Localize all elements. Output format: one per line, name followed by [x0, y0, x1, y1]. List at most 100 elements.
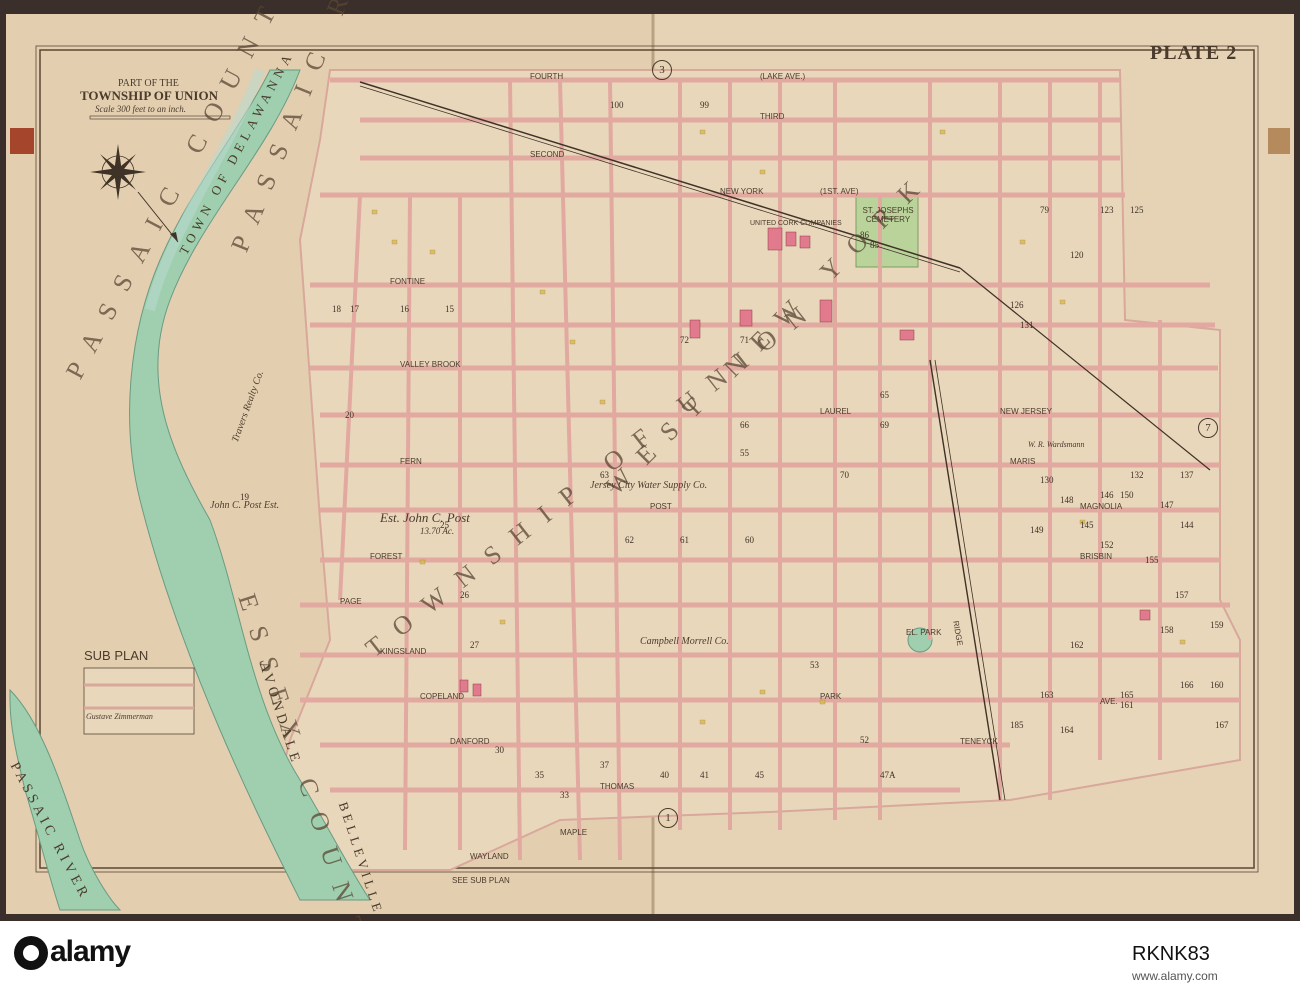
street-maple: MAPLE — [560, 828, 588, 837]
block-number: 72 — [680, 335, 689, 345]
street-fern: FERN — [400, 457, 422, 466]
block-number: 125 — [1130, 205, 1144, 215]
block-number: 126 — [1010, 300, 1024, 310]
block-number: 145 — [1080, 520, 1094, 530]
block-number: 158 — [1160, 625, 1174, 635]
street-valley-brook: VALLEY BROOK — [400, 360, 461, 369]
block-number: 99 — [700, 100, 709, 110]
block-number: 20 — [345, 410, 354, 420]
block-number: 86 — [860, 230, 869, 240]
sub-plan-title: SUB PLAN — [84, 648, 149, 663]
map-scale: Scale 300 feet to an inch. — [95, 104, 186, 114]
block-number: 41 — [700, 770, 709, 780]
alamy-a-icon — [14, 936, 48, 971]
block-number: 163 — [1040, 690, 1054, 700]
block-number: 63 — [600, 470, 609, 480]
block-number: 18 — [332, 304, 341, 314]
block-number: 166 — [1180, 680, 1194, 690]
block-number: 185 — [1010, 720, 1024, 730]
block-number: 61 — [680, 535, 689, 545]
block-number: 60 — [745, 535, 754, 545]
block-number: 26 — [460, 590, 469, 600]
alamy-logo[interactable]: alamy — [14, 935, 131, 971]
block-number: 100 — [610, 100, 624, 110]
street-laurel: LAUREL — [820, 407, 852, 416]
image-id: RKNK83 — [1132, 943, 1210, 965]
plate-number: PLATE 2 — [1150, 42, 1238, 64]
street-third: THIRD — [760, 112, 785, 121]
block-number: 45 — [755, 770, 764, 780]
block-number: 120 — [1070, 250, 1084, 260]
block-number: 132 — [1130, 470, 1144, 480]
block-number: 55 — [740, 448, 749, 458]
sheet-1-marker[interactable]: 1 — [658, 808, 678, 828]
block-number: 149 — [1030, 525, 1044, 535]
block-number: 53 — [810, 660, 819, 670]
stock-banner: alamy RKNK83 www.alamy.com — [0, 921, 1300, 989]
street-lake-ave: (LAKE AVE.) — [760, 72, 806, 81]
street-park: PARK — [820, 692, 842, 701]
street-page: PAGE — [340, 597, 362, 606]
block-number: 25 — [440, 520, 449, 530]
block-number: 16 — [400, 304, 409, 314]
block-number: 162 — [1070, 640, 1084, 650]
block-number: 15 — [445, 304, 454, 314]
block-number: 37 — [600, 760, 609, 770]
el-park-label: EL. PARK — [906, 628, 942, 637]
block-number: 157 — [1175, 590, 1189, 600]
block-number: 147 — [1160, 500, 1174, 510]
block-number: 150 — [1120, 490, 1134, 500]
block-number: 144 — [1180, 520, 1194, 530]
block-number: 165 — [1120, 690, 1134, 700]
block-number: 27 — [470, 640, 479, 650]
block-number: 35 — [535, 770, 544, 780]
cemetery-label: ST. JOSEPHS CEMETERY — [862, 206, 914, 224]
block-number: 131 — [1020, 320, 1034, 330]
block-number: 33 — [560, 790, 569, 800]
block-number: 159 — [1210, 620, 1224, 630]
street-new-jersey: NEW JERSEY — [1000, 407, 1053, 416]
block-number: 160 — [1210, 680, 1224, 690]
block-number: 17 — [350, 304, 359, 314]
block-number: 52 — [860, 735, 869, 745]
block-number: 69 — [880, 420, 889, 430]
sheet-7-marker[interactable]: 7 — [1198, 418, 1218, 438]
block-number: 148 — [1060, 495, 1074, 505]
tab-left — [10, 128, 34, 154]
alamy-url[interactable]: www.alamy.com — [1132, 969, 1218, 983]
post-estate-label: Est. John C. Post — [380, 510, 470, 525]
block-number: 85 — [870, 240, 879, 250]
street-fourth: FOURTH — [530, 72, 564, 81]
street-teneyck: TENEYCK — [960, 737, 998, 746]
cork-label: UNITED CORK COMPANIES — [750, 220, 842, 227]
block-number: 123 — [1100, 205, 1114, 215]
street-thomas: THOMAS — [600, 782, 635, 791]
zimmerman-label: Gustave Zimmerman — [86, 712, 153, 721]
street-copeland: COPELAND — [420, 692, 465, 701]
street-post: POST — [650, 502, 672, 511]
block-number: 62 — [625, 535, 634, 545]
street-first: (1ST. AVE) — [820, 187, 859, 196]
street-wayland: WAYLAND — [470, 852, 509, 861]
block-number: 146 — [1100, 490, 1114, 500]
sub-plan-box — [83, 667, 195, 735]
block-number: 155 — [1145, 555, 1159, 565]
street-fontine: FONTINE — [390, 277, 426, 286]
block-number: 152 — [1100, 540, 1114, 550]
map-title: TOWNSHIP OF UNION — [80, 88, 218, 103]
street-magnolia: MAGNOLIA — [1080, 502, 1123, 511]
block-number: 79 — [1040, 205, 1049, 215]
block-number: 19 — [240, 492, 249, 502]
block-number: 40 — [660, 770, 669, 780]
water-supply-label: Jersey City Water Supply Co. — [590, 480, 708, 491]
block-number: 164 — [1060, 725, 1074, 735]
block-number: 65 — [880, 390, 889, 400]
block-number: 130 — [1040, 475, 1054, 485]
street-second: SECOND — [530, 150, 565, 159]
street-kingsland: KINGSLAND — [380, 647, 427, 656]
sheet-3-marker[interactable]: 3 — [652, 60, 672, 80]
block-number: 70 — [840, 470, 849, 480]
street-ave: AVE. — [1100, 697, 1118, 706]
block-number: 66 — [740, 420, 749, 430]
campbell-label: Campbell Morrell Co. — [640, 636, 729, 647]
